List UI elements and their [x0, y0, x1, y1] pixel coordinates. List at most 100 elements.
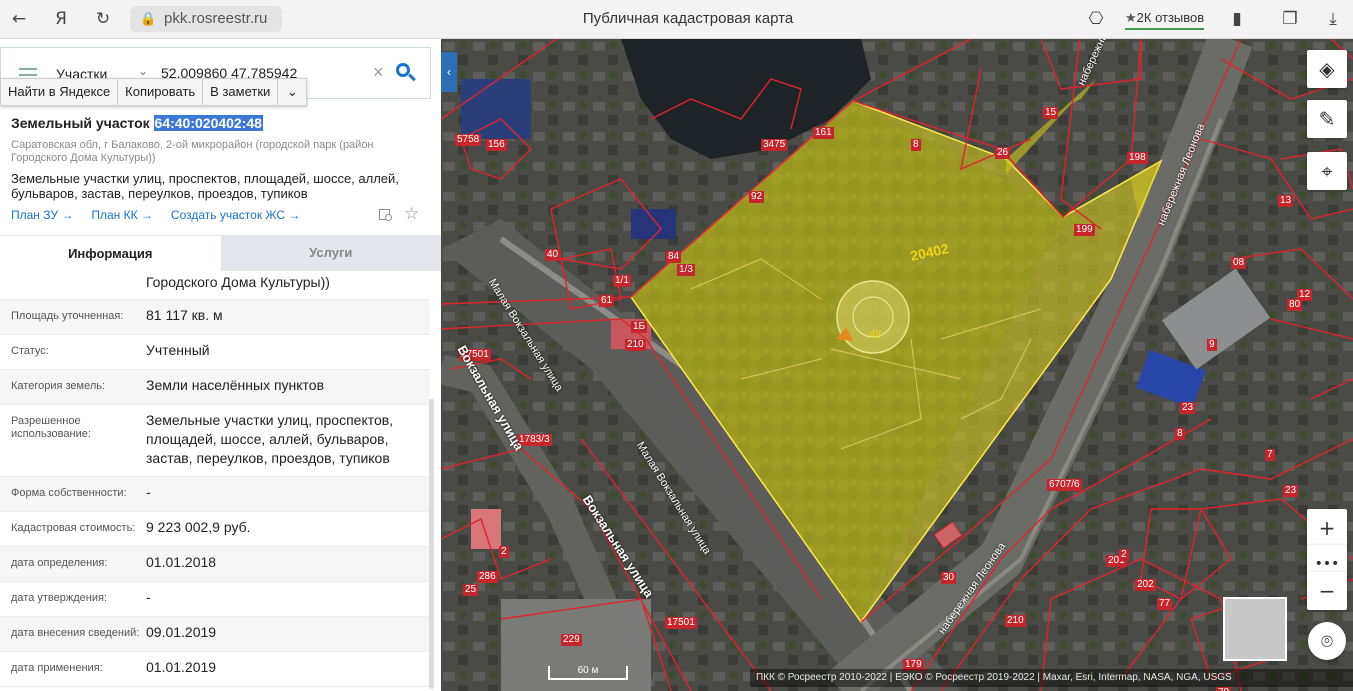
- map-parcel-label: 2: [499, 546, 509, 558]
- scale-bar: 60 м: [548, 666, 628, 680]
- context-menu: Найти в Яндексе Копировать В заметки ⌄: [0, 78, 308, 106]
- map-view[interactable]: 156 161 3475 8 15 26 198 92 40 84 1/3 1/1 61 199 13 08 1…: [441, 39, 1353, 691]
- map-parcel-label: 23: [1180, 402, 1196, 414]
- map-parcel-label: 1/3: [677, 264, 695, 276]
- reviews-badge[interactable]: ★2К отзывов: [1125, 10, 1205, 30]
- map-parcel-label: 92: [749, 191, 765, 203]
- zoom-out-button[interactable]: −: [1307, 572, 1347, 610]
- yandex-icon[interactable]: Я: [50, 8, 72, 30]
- map-parcel-label: 13: [1278, 195, 1294, 207]
- map-parcel-label: 156: [486, 139, 507, 151]
- map-parcel-label: 210: [1005, 615, 1026, 627]
- map-parcel-label: 23: [1283, 485, 1299, 497]
- map-parcel-label: 80: [1287, 299, 1303, 311]
- map-parcel-label: 210: [625, 339, 646, 351]
- compass-button[interactable]: ⌾: [1308, 622, 1346, 660]
- table-row: дата применения: 01.01.2019: [0, 652, 430, 687]
- create-parcel-link[interactable]: Создать участок ЖС →: [171, 208, 300, 222]
- table-row: Площадь уточненная: 81 117 кв. м: [0, 300, 430, 335]
- map-parcel-label: 199: [1074, 224, 1095, 236]
- parcel-address: Саратовская обл, г Балаково, 2-ой микрор…: [11, 139, 374, 164]
- map-attribution: ПКК © Росреестр 2010-2022 | ЕЭКО © Росре…: [750, 669, 1353, 687]
- panel-scrollbar[interactable]: [429, 399, 434, 689]
- map-parcel-label: 286: [477, 571, 498, 583]
- map-parcel-label: 7: [1265, 449, 1275, 461]
- info-table: Городского Дома Культуры)) Площадь уточн…: [0, 271, 430, 691]
- map-parcel-label: 9: [1207, 339, 1217, 351]
- map-parcel-label: 8: [911, 139, 921, 151]
- minimap-thumbnail[interactable]: [1223, 597, 1287, 661]
- parcel-use: Земельные участки улиц, проспектов, площ…: [11, 171, 399, 201]
- extension-icon[interactable]: ⎔: [1085, 8, 1107, 30]
- table-row: Кадастровая стоимость: 9 223 002,9 руб.: [0, 512, 430, 547]
- map-parcel-label: 77: [1157, 598, 1173, 610]
- map-parcel-label: 1/1: [613, 275, 631, 287]
- browser-toolbar: ← Я ↻ 🔒 pkk.rosreestr.ru Публичная кадас…: [0, 0, 1353, 39]
- address-bar[interactable]: 🔒 pkk.rosreestr.ru: [130, 6, 282, 32]
- map-parcel-label: 198: [1127, 152, 1148, 164]
- tab-info[interactable]: Информация: [0, 235, 221, 271]
- map-parcel-label: 08: [1231, 257, 1247, 269]
- parcel-links: План ЗУ → План КК → Создать участок ЖС →: [11, 208, 300, 222]
- map-parcel-label: 5758: [455, 134, 482, 146]
- plan-zu-link[interactable]: План ЗУ →: [11, 208, 73, 222]
- map-parcel-label: 30: [941, 572, 957, 584]
- parcel-number-label: 48: [869, 329, 882, 341]
- tab-services[interactable]: Услуги: [220, 235, 441, 271]
- map-parcel-label: 40: [545, 249, 561, 261]
- panel-tabs: Информация Услуги: [0, 235, 441, 271]
- chevron-down-icon[interactable]: ⌄: [138, 64, 148, 78]
- table-row: Форма собственности: -: [0, 477, 430, 512]
- map-parcel-label: 61: [599, 295, 615, 307]
- table-row: Категория земель: Земли населённых пункто…: [0, 370, 430, 405]
- menu-icon[interactable]: [19, 68, 37, 70]
- map-parcel-label: 161: [813, 127, 834, 139]
- collections-icon[interactable]: ❐: [1279, 8, 1301, 30]
- table-row: дата внесения сведений: 09.01.2019: [0, 617, 430, 652]
- table-row: дата утверждения: -: [0, 582, 430, 617]
- map-parcel-label: 26: [995, 147, 1011, 159]
- clear-icon[interactable]: ×: [373, 62, 384, 83]
- table-row: Городского Дома Культуры)): [0, 271, 430, 300]
- map-parcel-label: 1Б: [631, 321, 648, 333]
- map-parcel-label: 6707/6: [1047, 479, 1082, 491]
- map-parcel-label: 202: [1135, 579, 1156, 591]
- plan-kk-link[interactable]: План КК →: [91, 208, 153, 222]
- back-icon[interactable]: ←: [8, 8, 30, 30]
- map-parcel-label: 8: [1175, 428, 1185, 440]
- layers-button[interactable]: ◈: [1307, 50, 1347, 88]
- zoom-in-button[interactable]: +: [1307, 509, 1347, 547]
- map-parcel-label: 17501: [665, 617, 697, 629]
- cadastral-number[interactable]: 64:40:020402:48: [153, 115, 263, 131]
- map-parcel-label: 84: [666, 251, 682, 263]
- map-parcel-label: 15: [1043, 107, 1059, 119]
- search-button[interactable]: [393, 60, 419, 86]
- info-panel: Участки ⌄ 52.009860 47.785942 × Найти в …: [0, 39, 441, 691]
- collapse-panel-button[interactable]: ‹: [441, 52, 457, 92]
- favorite-star-icon[interactable]: ☆: [404, 204, 419, 224]
- map-parcel-label: 3475: [761, 139, 788, 151]
- search-on-map-icon[interactable]: [378, 207, 396, 225]
- table-row: дата определения: 01.01.2018: [0, 547, 430, 582]
- map-canvas[interactable]: [441, 39, 1353, 691]
- url-text: pkk.rosreestr.ru: [164, 10, 268, 27]
- parcel-title: Земельный участок 64:40:020402:48: [11, 115, 263, 131]
- parcel-title-prefix: Земельный участок: [11, 115, 150, 131]
- download-icon[interactable]: ⤓: [1322, 8, 1344, 30]
- bookmark-icon[interactable]: ▮: [1226, 8, 1248, 30]
- table-row: Статус: Учтенный: [0, 335, 430, 370]
- ctx-find-yandex[interactable]: Найти в Яндексе: [1, 79, 119, 105]
- reload-icon[interactable]: ↻: [92, 8, 114, 30]
- ruler-button[interactable]: ✎: [1307, 100, 1347, 138]
- lock-icon: 🔒: [140, 11, 157, 26]
- map-parcel-label: 229: [561, 634, 582, 646]
- ctx-more-chevron-icon[interactable]: ⌄: [278, 79, 306, 105]
- ctx-notes[interactable]: В заметки: [203, 79, 279, 105]
- map-parcel-label: 25: [463, 584, 479, 596]
- map-parcel-label: 78: [1216, 687, 1232, 691]
- ctx-copy[interactable]: Копировать: [118, 79, 204, 105]
- locate-button[interactable]: ⌖: [1307, 152, 1347, 190]
- reviews-text: 2К отзывов: [1136, 10, 1205, 25]
- table-row: Разрешенное использование: Земельные учас…: [0, 405, 430, 477]
- star-icon: ★: [1125, 10, 1137, 25]
